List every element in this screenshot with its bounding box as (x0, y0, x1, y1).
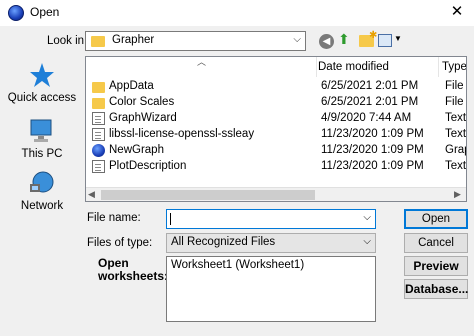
scroll-left-icon[interactable]: ◀ (88, 189, 95, 200)
folder-icon (92, 82, 105, 93)
star-icon (7, 62, 77, 90)
place-label: Quick access (7, 92, 77, 104)
file-row[interactable]: PlotDescription 11/23/2020 1:09 PM Text … (90, 159, 467, 175)
file-name: Color Scales (109, 96, 175, 108)
worksheet-item[interactable]: Worksheet1 (Worksheet1) (171, 259, 304, 271)
file-date: 6/25/2021 2:01 PM (321, 96, 419, 108)
open-worksheets-label: Open worksheets: (98, 256, 169, 283)
place-label: This PC (21, 148, 63, 160)
title-bar: Open ✕ (0, 0, 474, 26)
view-menu-icon[interactable] (378, 34, 392, 47)
file-row[interactable]: GraphWizard 4/9/2020 7:44 AM Text D (90, 111, 467, 127)
file-type: Text D (445, 160, 467, 172)
folder-icon (92, 98, 105, 109)
chevron-down-icon: ⌵ (293, 34, 301, 45)
chevron-down-icon[interactable]: ⌵ (363, 212, 371, 223)
caret-down-icon[interactable]: ▼ (394, 34, 402, 43)
place-network[interactable]: Network (7, 170, 77, 212)
close-button[interactable]: ✕ (440, 0, 474, 26)
file-date: 11/23/2020 1:09 PM (321, 160, 424, 172)
filetype-dropdown[interactable]: All Recognized Files ⌵ (166, 233, 376, 253)
file-name: AppData (109, 80, 154, 92)
file-type: Text D (445, 128, 467, 140)
file-type: File fo (445, 96, 466, 108)
column-header-name[interactable]: ︿ (86, 57, 316, 77)
database-button[interactable]: Database... (404, 279, 468, 299)
column-divider (316, 57, 317, 77)
place-quick-access[interactable]: Quick access (7, 62, 77, 104)
filetype-label: Files of type: (87, 237, 153, 249)
grapher-file-icon (92, 144, 105, 157)
document-icon (92, 160, 105, 173)
lookin-dropdown[interactable]: Grapher ⌵ (85, 31, 306, 51)
file-name: PlotDescription (109, 160, 187, 172)
window-title: Open (30, 5, 60, 19)
file-name: NewGraph (109, 144, 164, 156)
column-divider (438, 57, 439, 77)
chevron-down-icon: ⌵ (363, 236, 371, 247)
file-type: Text D (445, 112, 467, 124)
lookin-label: Look in: (47, 35, 88, 47)
document-icon (92, 128, 105, 141)
file-name: libssl-license-openssl-ssleay (109, 128, 255, 140)
scrollbar-thumb[interactable] (101, 190, 315, 200)
file-row[interactable]: AppData 6/25/2021 2:01 PM File fo (90, 79, 466, 95)
sparkle-icon: ✱ (369, 30, 378, 41)
file-name: GraphWizard (109, 112, 177, 124)
file-date: 11/23/2020 1:09 PM (321, 144, 424, 156)
file-type: File fo (445, 80, 466, 92)
open-button[interactable]: Open (404, 209, 468, 229)
network-icon (7, 170, 77, 198)
filename-label: File name: (87, 212, 141, 224)
file-date: 4/9/2020 7:44 AM (321, 112, 412, 124)
back-icon[interactable]: ◀ (319, 34, 334, 49)
sort-ascending-icon: ︿ (197, 57, 207, 67)
folder-icon (91, 36, 105, 47)
computer-icon (7, 118, 77, 146)
filename-field[interactable]: ⌵ (166, 209, 376, 229)
scroll-right-icon[interactable]: ▶ (454, 189, 461, 200)
file-row[interactable]: NewGraph 11/23/2020 1:09 PM Graph (90, 143, 466, 159)
file-type: Graph (445, 144, 466, 156)
place-label: Network (20, 200, 64, 212)
preview-button[interactable]: Preview >> (404, 256, 468, 291)
cancel-button[interactable]: Cancel (404, 233, 468, 253)
grapher-app-icon (8, 5, 24, 21)
lookin-value: Grapher (112, 34, 155, 46)
file-date: 11/23/2020 1:09 PM (321, 128, 424, 140)
column-header-type[interactable]: Type (442, 61, 466, 73)
file-row[interactable]: Color Scales 6/25/2021 2:01 PM File fo (90, 95, 466, 111)
text-caret (170, 213, 171, 225)
file-date: 6/25/2021 2:01 PM (321, 80, 419, 92)
file-list[interactable]: ︿ Date modified Type AppData 6/25/2021 2… (85, 56, 467, 202)
place-this-pc[interactable]: This PC (7, 118, 77, 160)
up-folder-icon[interactable]: ⬆ (338, 31, 354, 48)
column-header-date[interactable]: Date modified (318, 61, 389, 73)
horizontal-scrollbar[interactable]: ◀ ▶ (86, 187, 466, 201)
close-icon: ✕ (450, 3, 464, 20)
filetype-value: All Recognized Files (171, 236, 276, 248)
worksheet-list[interactable]: Worksheet1 (Worksheet1) (166, 256, 376, 322)
file-row[interactable]: libssl-license-openssl-ssleay 11/23/2020… (90, 127, 467, 143)
document-icon (92, 112, 105, 125)
